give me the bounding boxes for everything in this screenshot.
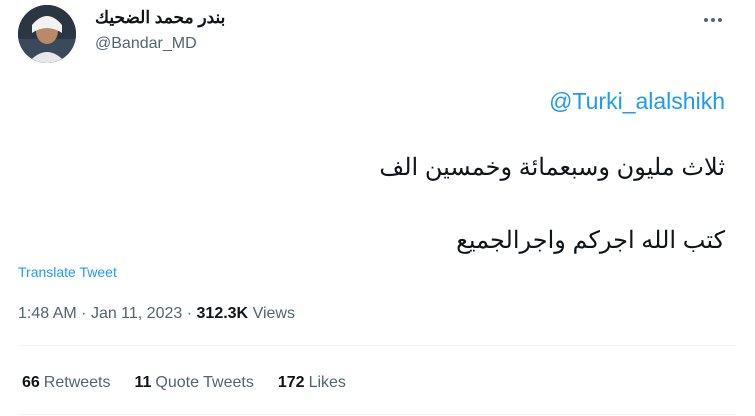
- likes-label: Likes: [308, 374, 346, 391]
- quote-tweets-stat[interactable]: 11 Quote Tweets: [135, 374, 254, 392]
- tweet-time[interactable]: 1:48 AM: [18, 305, 77, 322]
- likes-stat[interactable]: 172 Likes: [278, 374, 346, 392]
- views-label: Views: [252, 305, 295, 322]
- divider: [18, 414, 737, 415]
- quotes-count: 11: [134, 374, 152, 391]
- author-display-name[interactable]: بندر محمد الضحيك: [95, 8, 225, 28]
- more-icon[interactable]: [701, 8, 725, 32]
- meta-separator: ·: [81, 305, 87, 322]
- engagement-stats: 66 Retweets 11 Quote Tweets 172 Likes: [22, 374, 346, 392]
- avatar-photo: [18, 5, 76, 63]
- tweet-date[interactable]: Jan 11, 2023: [91, 305, 182, 322]
- author-handle[interactable]: @Bandar_MD: [95, 35, 197, 53]
- tweet-text-line-1: ثلاث مليون وسبعمائة وخمسين الف: [379, 154, 725, 181]
- retweets-label: Retweets: [43, 374, 111, 391]
- avatar[interactable]: [18, 5, 76, 63]
- divider: [18, 345, 737, 346]
- views-count: 312.3K: [196, 305, 249, 322]
- meta-separator: ·: [186, 305, 193, 322]
- tweet-text-line-2: كتب الله اجركم واجرالجميع: [456, 227, 725, 254]
- tweet-meta: 1:48 AM · Jan 11, 2023 · 312.3K Views: [18, 305, 295, 323]
- likes-count: 172: [277, 374, 305, 391]
- retweets-stat[interactable]: 66 Retweets: [22, 374, 111, 392]
- mention-link[interactable]: @Turki_alalshikh: [549, 88, 725, 115]
- translate-tweet-link[interactable]: Translate Tweet: [18, 264, 117, 280]
- retweets-count: 66: [22, 374, 40, 391]
- quotes-label: Quote Tweets: [155, 374, 254, 391]
